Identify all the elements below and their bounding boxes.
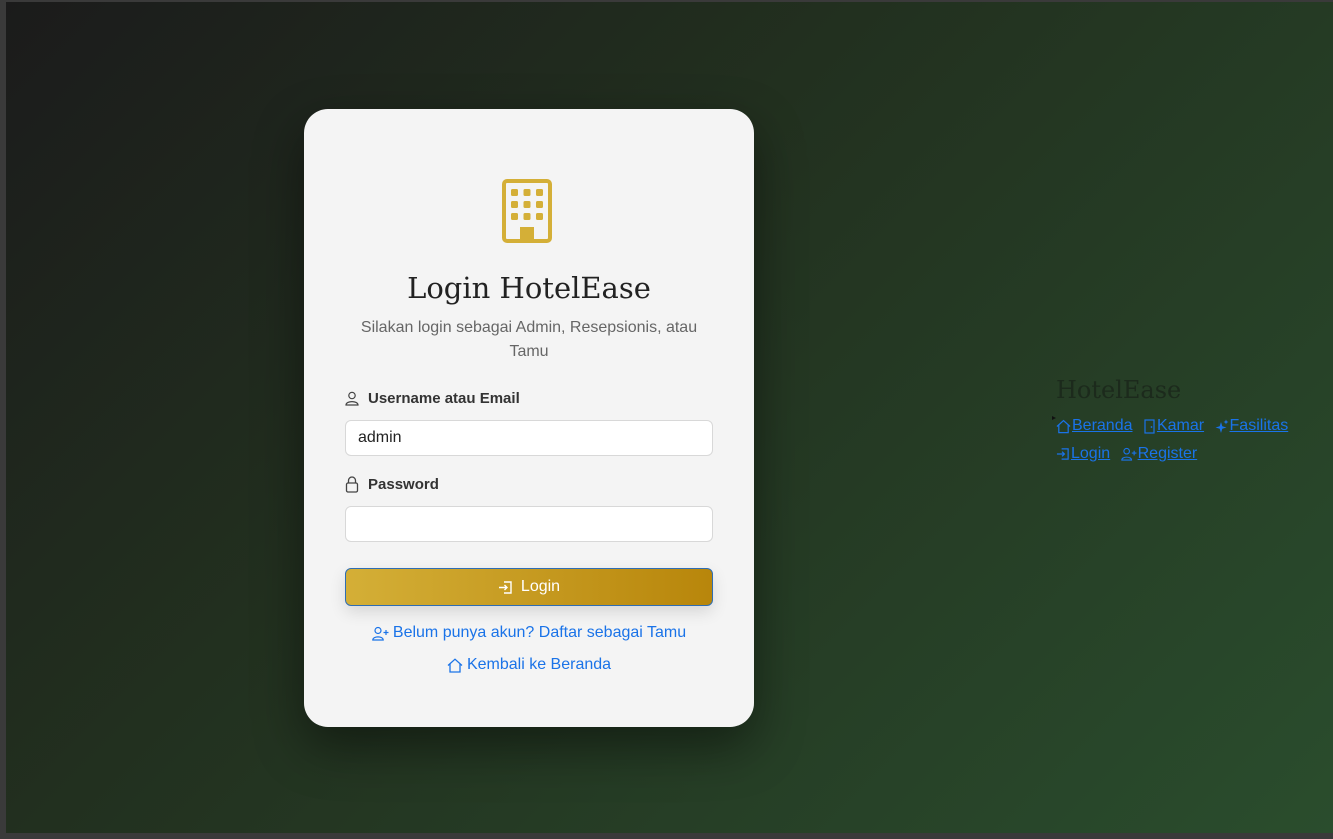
navbar-brand[interactable]: HotelEase: [1056, 376, 1181, 404]
stars-icon: [1215, 419, 1229, 433]
password-label-text: Password: [368, 476, 439, 493]
password-input[interactable]: [345, 506, 713, 542]
nav-link-login[interactable]: Login: [1056, 442, 1110, 466]
nav-link-label: Beranda: [1072, 417, 1133, 434]
box-arrow-in-icon: [498, 580, 512, 594]
door-icon: [1144, 418, 1155, 434]
nav-link-label: Register: [1137, 444, 1198, 462]
login-button-label: Login: [520, 578, 561, 595]
page-title: Login HotelEase: [407, 271, 651, 305]
nav-link-label: Kamar: [1156, 417, 1205, 434]
username-input[interactable]: [345, 420, 713, 456]
register-link-text: Belum punya akun? Daftar sebagai Tamu: [392, 624, 687, 641]
nav-link-fasilitas[interactable]: Fasilitas: [1215, 414, 1289, 438]
house-icon: [1056, 419, 1071, 433]
building-icon: [502, 179, 552, 243]
navbar-links: Beranda Kamar Fasilitas Login Register: [1056, 414, 1333, 469]
person-plus-icon: [372, 626, 389, 641]
nav-link-beranda[interactable]: Beranda: [1056, 414, 1133, 438]
box-arrow-in-icon: [1056, 447, 1069, 460]
person-plus-icon: [1120, 447, 1137, 461]
register-link[interactable]: Belum punya akun? Daftar sebagai Tamu: [304, 624, 754, 642]
login-subtitle: Silakan login sebagai Admin, Resepsionis…: [360, 319, 698, 360]
nav-link-label: Login: [1071, 444, 1111, 462]
lock-icon: [345, 476, 359, 493]
login-button[interactable]: Login: [345, 568, 713, 606]
nav-link-register[interactable]: Register: [1120, 442, 1198, 466]
house-icon: [447, 657, 463, 673]
home-link[interactable]: Kembali ke Beranda: [304, 656, 754, 674]
login-card: Login HotelEase Silakan login sebagai Ad…: [304, 109, 754, 727]
person-icon: [345, 391, 359, 406]
password-label: Password: [345, 476, 439, 493]
page-background: Login HotelEase Silakan login sebagai Ad…: [6, 2, 1333, 833]
username-label: Username atau Email: [345, 390, 520, 407]
nav-link-label: Fasilitas: [1229, 417, 1289, 434]
home-link-text: Kembali ke Beranda: [466, 656, 612, 673]
nav-link-kamar[interactable]: Kamar: [1143, 414, 1204, 438]
username-label-text: Username atau Email: [368, 390, 520, 407]
